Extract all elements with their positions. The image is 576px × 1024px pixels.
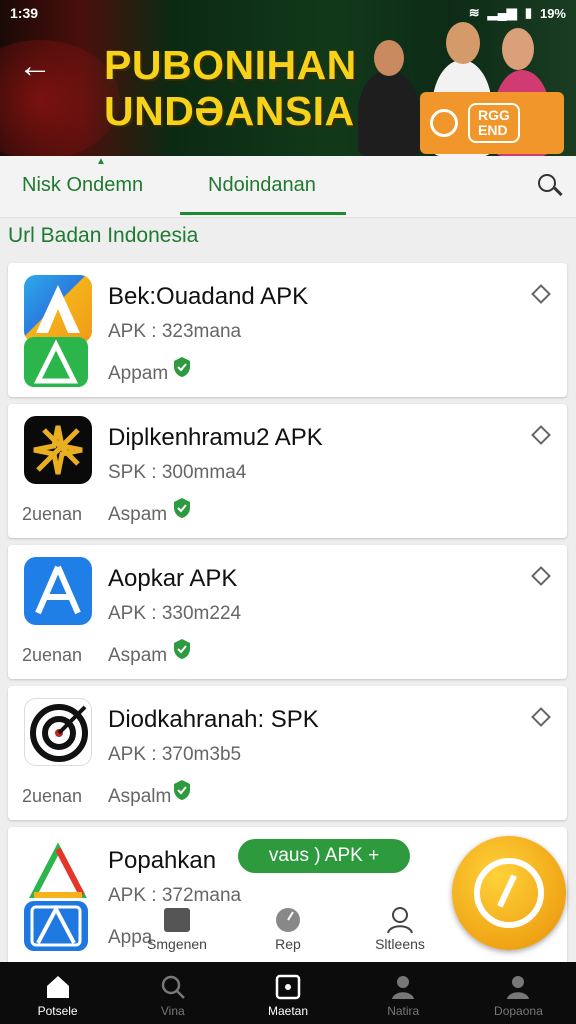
nav-center[interactable]: Maetan [230, 962, 345, 1024]
app-secondary-icon [24, 901, 88, 951]
mini-nav-label: Sltleens [375, 936, 425, 952]
mini-nav-item[interactable]: Smgenen [140, 906, 214, 962]
app-logo-icon [24, 275, 92, 343]
person-icon [389, 974, 417, 1000]
app-version: APK : 372mana [108, 885, 242, 906]
box-icon [162, 906, 192, 934]
clock-fab-button[interactable] [452, 836, 566, 950]
home-icon [44, 974, 72, 1000]
app-left-label: 2uenan [22, 504, 83, 524]
app-meta: Aspalm [108, 786, 172, 807]
search-icon[interactable] [532, 168, 566, 202]
nav-label: Dopaona [494, 1004, 543, 1018]
app-meta: Appam [108, 363, 169, 384]
tab-bar: ▲ Nisk Ondemn Ndoindanan [0, 156, 576, 218]
nav-label: Maetan [267, 1004, 309, 1018]
battery-icon: ▮ [524, 5, 532, 20]
app-meta: Aspam [108, 645, 168, 666]
banner-line-1: PUBONIHAN [104, 42, 357, 88]
section-title: Url Badan Indonesia [8, 224, 199, 247]
app-version: APK : 323mana [108, 321, 242, 342]
app-title: Aopkar APK [108, 565, 238, 592]
version-badge[interactable]: vaus ) APK + [238, 839, 410, 873]
status-bar: 1:39 ≋ ▂▄▆ ▮ 19% [10, 4, 566, 22]
app-meta: Aspam [108, 504, 168, 525]
app-version: SPK : 300mma4 [108, 462, 247, 483]
wifi-icon: ≋ [468, 5, 480, 20]
promo-text: RGG END [468, 103, 520, 143]
status-battery: 19% [539, 5, 566, 21]
header-banner: 1:39 ≋ ▂▄▆ ▮ 19% ← PUBONIHAN UNDƏANSIA R… [0, 0, 576, 156]
app-version: APK : 370m3b5 [108, 744, 242, 765]
signal-icon: ▂▄▆ [487, 5, 517, 20]
mini-nav-item[interactable]: Rep [258, 906, 318, 962]
square-dot-icon [274, 974, 302, 1000]
back-arrow-icon[interactable]: ← [18, 46, 58, 86]
tab-second[interactable]: Ndoindanan [208, 174, 316, 197]
diamond-icon[interactable] [531, 566, 551, 586]
person-figure [358, 70, 420, 156]
active-tab-underline [180, 212, 346, 215]
target-icon [24, 698, 92, 766]
search-icon [159, 974, 187, 1000]
verified-shield-icon [174, 357, 190, 377]
app-card[interactable]: 2uenan Diplkenhramu2 APK SPK : 300mma4 A… [8, 404, 567, 538]
profile-icon [504, 974, 532, 1000]
diamond-icon[interactable] [531, 425, 551, 445]
nav-search[interactable]: Vina [115, 962, 230, 1024]
app-title: Diodkahranah: SPK [108, 706, 319, 733]
app-left-label: 2uenan [22, 786, 83, 806]
mini-nav-label: Smgenen [147, 936, 207, 952]
promo-circle-icon [430, 109, 458, 137]
bottom-navigation: Potsele Vina Maetan Natira Dopaona [0, 962, 576, 1024]
tab-indicator-dot: ▲ [96, 156, 106, 167]
app-card[interactable]: Bek:Ouadand APK APK : 323mana Appam [8, 263, 567, 397]
mini-nav-item[interactable]: Sltleens [366, 906, 434, 962]
diamond-icon[interactable] [531, 707, 551, 727]
app-title: Bek:Ouadand APK [108, 283, 309, 310]
app-title: Diplkenhramu2 APK [108, 424, 323, 451]
app-version: APK : 330m224 [108, 603, 242, 624]
person-icon [385, 906, 415, 934]
nav-people[interactable]: Natira [346, 962, 461, 1024]
gauge-icon [273, 906, 303, 934]
tab-first[interactable]: Nisk Ondemn [22, 174, 143, 197]
promo-text-2: END [478, 122, 508, 138]
app-card[interactable]: 2uenan Diodkahranah: SPK APK : 370m3b5 A… [8, 686, 567, 820]
verified-shield-icon [174, 639, 190, 659]
person-head [446, 22, 480, 64]
verified-shield-icon [174, 780, 190, 800]
promo-text-1: RGG [478, 107, 510, 123]
banner-line-2: UNDƏANSIA [104, 88, 355, 134]
app-logo-icon [24, 839, 92, 907]
nav-profile[interactable]: Dopaona [461, 962, 576, 1024]
nav-label: Potsele [37, 1004, 78, 1018]
nav-home[interactable]: Potsele [0, 962, 115, 1024]
status-time: 1:39 [10, 5, 39, 21]
app-title: Popahkan [108, 847, 217, 874]
verified-shield-icon [174, 498, 190, 518]
app-logo-icon [24, 416, 92, 484]
nav-label: Natira [387, 1004, 420, 1018]
app-secondary-icon [24, 337, 88, 387]
diamond-icon[interactable] [531, 284, 551, 304]
app-left-label: 2uenan [22, 645, 83, 665]
app-logo-icon [24, 557, 92, 625]
person-head [502, 28, 534, 70]
nav-label: Vina [160, 1004, 185, 1018]
promo-badge[interactable]: RGG END [420, 92, 564, 154]
person-head [374, 40, 404, 76]
banner-headline: PUBONIHAN UNDƏANSIA [104, 42, 357, 134]
app-card[interactable]: 2uenan Aopkar APK APK : 330m224 Aspam [8, 545, 567, 679]
mini-nav-label: Rep [275, 936, 301, 952]
